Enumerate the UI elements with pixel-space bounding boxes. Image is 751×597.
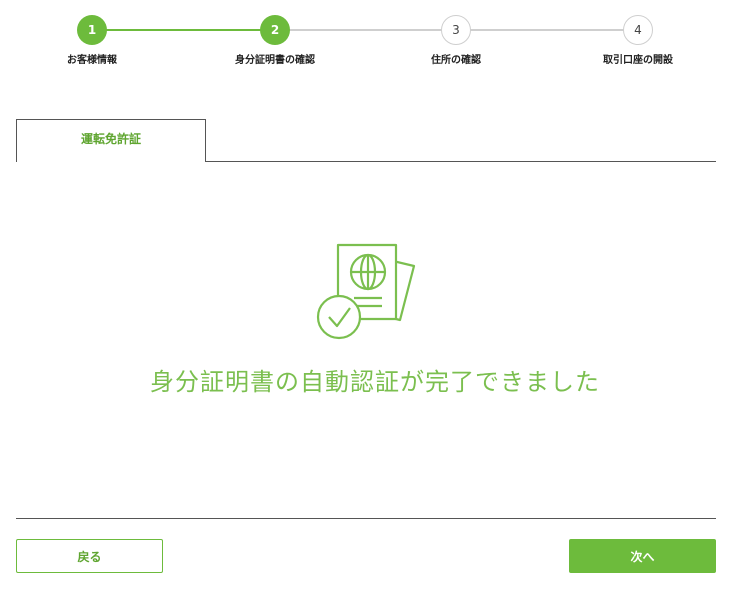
progress-stepper: 1 お客様情報 2 身分証明書の確認 3 住所の確認 4 取引口座の開設 bbox=[0, 0, 751, 80]
stepper-line-completed bbox=[92, 29, 276, 31]
next-button[interactable]: 次へ bbox=[569, 539, 716, 573]
verification-complete-message: 身分証明書の自動認証が完了できました bbox=[150, 368, 600, 396]
step-number-circle: 4 bbox=[623, 15, 653, 45]
tab-drivers-license[interactable]: 運転免許証 bbox=[16, 119, 206, 162]
step-label: 身分証明書の確認 bbox=[235, 55, 315, 66]
step-number-circle: 2 bbox=[260, 15, 290, 45]
passport-check-icon bbox=[316, 243, 416, 340]
tab-divider bbox=[206, 161, 716, 162]
footer-divider bbox=[16, 518, 716, 519]
step-label: お客様情報 bbox=[67, 55, 117, 66]
step-label: 取引口座の開設 bbox=[603, 55, 673, 66]
step-label: 住所の確認 bbox=[431, 55, 481, 66]
step-number-circle: 1 bbox=[77, 15, 107, 45]
back-button[interactable]: 戻る bbox=[16, 539, 163, 573]
step-number-circle: 3 bbox=[441, 15, 471, 45]
